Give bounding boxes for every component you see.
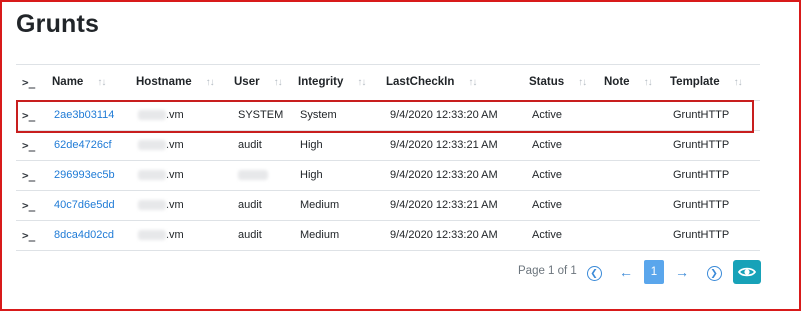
sort-icon: ↑↓ [205, 77, 215, 88]
lastcheckin-cell: 9/4/2020 12:33:21 AM [390, 139, 498, 151]
table-bottom-border [16, 250, 760, 251]
redacted-user [238, 170, 268, 181]
redacted-hostname [138, 170, 166, 181]
column-user[interactable]: User ↑↓ [234, 65, 283, 100]
integrity-cell: Medium [300, 199, 340, 211]
next-page-button[interactable]: → [673, 260, 691, 284]
sort-icon: ↑↓ [273, 77, 283, 88]
sort-icon: ↑↓ [97, 77, 106, 88]
column-lastcheckin[interactable]: LastCheckIn ↑↓ [386, 65, 477, 100]
column-status[interactable]: Status ↑↓ [529, 65, 587, 100]
template-cell: GruntHTTP [673, 169, 730, 181]
integrity-cell: High [300, 169, 323, 181]
hostname-cell: .vm [138, 131, 184, 160]
status-cell: Active [532, 229, 562, 241]
lastcheckin-cell: 9/4/2020 12:33:21 AM [390, 199, 498, 211]
lastcheckin-cell: 9/4/2020 12:33:20 AM [390, 169, 498, 181]
grunts-table: >_ Name ↑↓ Hostname ↑↓ User ↑↓ Integrity ↑↓ … [16, 64, 760, 251]
highlighted-row-outline [16, 100, 754, 133]
page-info: Page 1 of 1 [518, 265, 577, 277]
first-page-button[interactable]: ❮ [585, 260, 603, 284]
eye-icon [737, 267, 757, 277]
status-cell: Active [532, 139, 562, 151]
terminal-icon[interactable]: >_ [22, 191, 35, 220]
hostname-cell: .vm [138, 221, 184, 250]
table-row: >_ 62de4726cf .vm audit High 9/4/2020 12… [16, 130, 760, 160]
prev-page-button[interactable]: ← [617, 260, 635, 284]
redacted-hostname [138, 230, 166, 241]
user-cell [238, 161, 268, 190]
lastcheckin-cell: 9/4/2020 12:33:20 AM [390, 229, 498, 241]
page-title: Grunts [16, 10, 100, 38]
sort-icon: ↑↓ [578, 77, 587, 88]
sort-icon: ↑↓ [357, 77, 366, 88]
user-cell: audit [238, 139, 262, 151]
sort-icon: ↑↓ [733, 77, 743, 88]
grunt-name-link[interactable]: 40c7d6e5dd [54, 191, 115, 220]
view-toggle-button[interactable] [733, 260, 761, 284]
pagination: Page 1 of 1 ❮ ← 1 → ❯ [0, 260, 801, 284]
user-cell: audit [238, 199, 262, 211]
template-cell: GruntHTTP [673, 199, 730, 211]
table-row: >_ 8dca4d02cd .vm audit Medium 9/4/2020 … [16, 220, 760, 250]
table-row: >_ 40c7d6e5dd .vm audit Medium 9/4/2020 … [16, 190, 760, 220]
column-integrity[interactable]: Integrity ↑↓ [298, 65, 366, 100]
column-template[interactable]: Template ↑↓ [670, 65, 743, 100]
grunt-name-link[interactable]: 8dca4d02cd [54, 221, 114, 250]
column-hostname[interactable]: Hostname ↑↓ [136, 65, 215, 100]
integrity-cell: Medium [300, 229, 340, 241]
arrow-left-icon: ← [619, 264, 633, 280]
hostname-cell: .vm [138, 161, 184, 190]
column-name[interactable]: Name ↑↓ [52, 65, 106, 100]
redacted-hostname [138, 200, 166, 211]
template-cell: GruntHTTP [673, 229, 730, 241]
redacted-hostname [138, 140, 166, 151]
last-page-icon: ❯ [706, 265, 722, 281]
hostname-cell: .vm [138, 191, 184, 220]
terminal-icon[interactable]: >_ [22, 131, 35, 160]
user-cell: audit [238, 229, 262, 241]
sort-icon: ↑↓ [468, 77, 477, 88]
status-cell: Active [532, 199, 562, 211]
integrity-cell: High [300, 139, 323, 151]
sort-icon: ↑↓ [643, 77, 653, 88]
current-page-button[interactable]: 1 [644, 260, 664, 284]
last-page-button[interactable]: ❯ [705, 260, 723, 284]
first-page-icon: ❮ [586, 265, 602, 281]
template-cell: GruntHTTP [673, 139, 730, 151]
terminal-column-icon: >_ [22, 76, 36, 89]
grunt-name-link[interactable]: 296993ec5b [54, 161, 115, 190]
table-row: >_ 296993ec5b .vm High 9/4/2020 12:33:20… [16, 160, 760, 190]
terminal-icon[interactable]: >_ [22, 161, 35, 190]
terminal-icon[interactable]: >_ [22, 221, 35, 250]
arrow-right-icon: → [675, 264, 689, 280]
status-cell: Active [532, 169, 562, 181]
grunt-name-link[interactable]: 62de4726cf [54, 131, 112, 160]
table-header: >_ Name ↑↓ Hostname ↑↓ User ↑↓ Integrity ↑↓ … [16, 64, 760, 100]
column-note[interactable]: Note ↑↓ [604, 65, 653, 100]
